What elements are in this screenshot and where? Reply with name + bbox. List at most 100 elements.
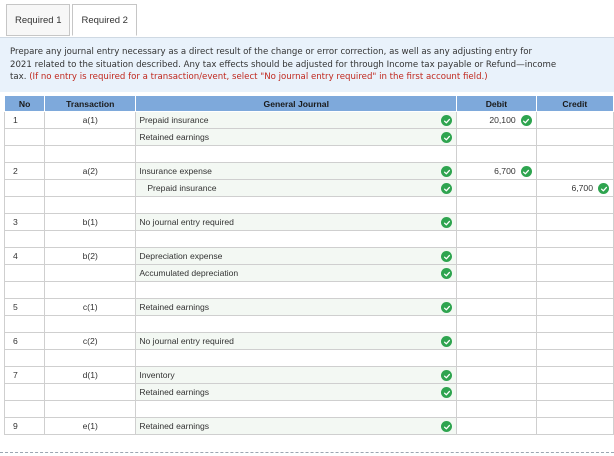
table-row: 1 a(1) Prepaid insurance 20,100	[3, 111, 614, 129]
cell-no	[3, 281, 46, 299]
table-row: 9 e(1) Retained earnings	[3, 417, 614, 435]
check-circle-icon	[441, 115, 453, 126]
instructions-line-3: tax. (If no entry is required for a tran…	[10, 71, 604, 84]
credit-input[interactable]	[535, 230, 614, 248]
cell-no	[3, 400, 46, 418]
instructions-note: (If no entry is required for a transacti…	[29, 72, 488, 82]
credit-input[interactable]: 6,700	[535, 179, 614, 197]
credit-input[interactable]	[535, 417, 614, 435]
cell-transaction: b(1)	[44, 213, 137, 231]
debit-input[interactable]	[456, 332, 537, 350]
account-select[interactable]	[135, 230, 458, 248]
credit-input[interactable]	[535, 298, 614, 316]
account-select[interactable]	[135, 349, 458, 367]
account-select[interactable]: Accumulated depreciation	[135, 264, 458, 282]
account-label: Insurance expense	[139, 166, 212, 176]
account-select[interactable]	[135, 145, 458, 163]
credit-input[interactable]	[535, 349, 614, 367]
debit-input[interactable]	[456, 230, 537, 248]
debit-input[interactable]: 6,700	[456, 162, 537, 180]
check-circle-icon	[441, 251, 453, 262]
credit-input[interactable]	[535, 281, 614, 299]
cell-transaction	[44, 196, 137, 214]
credit-value: 6,700	[571, 183, 593, 193]
cell-transaction	[44, 383, 137, 401]
debit-input[interactable]	[456, 366, 537, 384]
cell-no: 7	[3, 366, 46, 384]
debit-input[interactable]	[456, 196, 537, 214]
cell-no: 5	[3, 298, 46, 316]
cell-no: 6	[3, 332, 46, 350]
debit-input[interactable]	[456, 281, 537, 299]
account-label: Retained earnings	[139, 302, 210, 312]
cell-transaction: b(2)	[44, 247, 137, 265]
check-circle-icon	[441, 217, 453, 228]
debit-input[interactable]	[456, 383, 537, 401]
credit-input[interactable]	[535, 145, 614, 163]
table-row: Accumulated depreciation	[3, 264, 614, 282]
debit-input[interactable]	[456, 315, 537, 333]
instructions-panel: Prepare any journal entry necessary as a…	[0, 37, 614, 92]
debit-input[interactable]	[456, 298, 537, 316]
account-select[interactable]: Insurance expense	[135, 162, 458, 180]
account-select[interactable]: Depreciation expense	[135, 247, 458, 265]
credit-input[interactable]	[535, 332, 614, 350]
credit-input[interactable]	[535, 111, 614, 129]
cell-no: 9	[3, 417, 46, 435]
debit-input[interactable]	[456, 264, 537, 282]
header-general-journal: General Journal	[135, 95, 458, 112]
account-select[interactable]: Retained earnings	[135, 128, 458, 146]
table-row: 5 c(1) Retained earnings	[3, 298, 614, 316]
account-select[interactable]: Prepaid insurance	[135, 179, 458, 197]
cell-transaction: c(2)	[44, 332, 137, 350]
credit-input[interactable]	[535, 366, 614, 384]
credit-input[interactable]	[535, 247, 614, 265]
account-select[interactable]: Inventory	[135, 366, 458, 384]
cell-no: 1	[3, 111, 46, 129]
cell-no	[3, 128, 46, 146]
cell-transaction	[44, 349, 137, 367]
account-select[interactable]: No journal entry required	[135, 213, 458, 231]
credit-input[interactable]	[535, 213, 614, 231]
cell-transaction	[44, 400, 137, 418]
debit-input[interactable]	[456, 400, 537, 418]
debit-input[interactable]	[456, 145, 537, 163]
account-select[interactable]: Retained earnings	[135, 298, 458, 316]
debit-input[interactable]	[456, 179, 537, 197]
tab-required-1[interactable]: Required 1	[6, 4, 71, 36]
account-select[interactable]: No journal entry required	[135, 332, 458, 350]
credit-input[interactable]	[535, 196, 614, 214]
debit-input[interactable]	[456, 417, 537, 435]
instructions-line-2: 2021 related to the situation described.…	[10, 59, 557, 70]
account-select[interactable]	[135, 281, 458, 299]
account-select[interactable]	[135, 400, 458, 418]
account-select[interactable]	[135, 315, 458, 333]
table-row: Retained earnings	[3, 383, 614, 401]
debit-input[interactable]: 20,100	[456, 111, 537, 129]
cell-no: 4	[3, 247, 46, 265]
account-label: Prepaid insurance	[147, 183, 217, 193]
account-select[interactable]: Retained earnings	[135, 417, 458, 435]
account-select[interactable]: Prepaid insurance	[135, 111, 458, 129]
cell-transaction	[44, 315, 137, 333]
credit-input[interactable]	[535, 400, 614, 418]
check-circle-icon	[441, 132, 453, 143]
check-circle-icon	[441, 268, 453, 279]
debit-input[interactable]	[456, 213, 537, 231]
credit-input[interactable]	[535, 264, 614, 282]
table-spacer-row	[3, 400, 614, 418]
check-circle-icon	[441, 370, 453, 381]
account-label: Depreciation expense	[139, 251, 223, 261]
debit-input[interactable]	[456, 128, 537, 146]
debit-input[interactable]	[456, 349, 537, 367]
debit-input[interactable]	[456, 247, 537, 265]
credit-input[interactable]	[535, 383, 614, 401]
credit-input[interactable]	[535, 128, 614, 146]
check-circle-icon	[520, 166, 532, 177]
credit-input[interactable]	[535, 162, 614, 180]
credit-input[interactable]	[535, 315, 614, 333]
tab-required-2[interactable]: Required 2	[72, 4, 137, 36]
account-select[interactable]: Retained earnings	[135, 383, 458, 401]
account-select[interactable]	[135, 196, 458, 214]
account-label: No journal entry required	[139, 217, 234, 227]
